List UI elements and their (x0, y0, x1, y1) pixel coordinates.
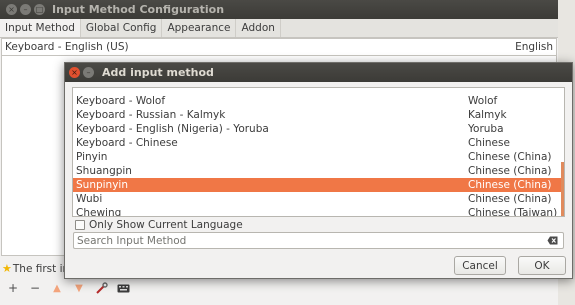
im-name: Keyboard - Wolof (76, 95, 166, 107)
list-item[interactable]: Keyboard - English (Nigeria) - Yoruba Yor… (73, 122, 564, 136)
list-item[interactable]: Pinyin Chinese (China) (73, 150, 564, 164)
im-language: Wolof (468, 95, 498, 107)
minimize-icon[interactable]: – (20, 4, 31, 15)
tab-global-config[interactable]: Global Config (81, 19, 163, 37)
list-item[interactable]: Keyboard - Russian - Kalmyk Kalmyk (73, 108, 564, 122)
main-window-title: Input Method Configuration (52, 3, 225, 16)
im-language: Kalmyk (468, 109, 507, 121)
close-icon[interactable]: × (69, 67, 80, 78)
add-input-method-dialog: × – Add input method Keyboard - Wolof Wol… (64, 62, 573, 279)
im-name: Shuangpin (76, 165, 132, 177)
current-im-name: Keyboard - English (US) (5, 41, 129, 53)
im-language: Chinese (China) (468, 151, 552, 163)
list-item[interactable]: Keyboard - Chinese Chinese (73, 136, 564, 150)
im-language: Chinese (China) (468, 193, 552, 205)
only-show-label: Only Show Current Language (89, 219, 243, 231)
minus-icon[interactable]: − (26, 279, 44, 297)
arrow-up-icon[interactable]: ▲ (48, 279, 66, 297)
im-name: Keyboard - Chinese (76, 137, 178, 149)
im-name: Chewing (76, 207, 122, 217)
scrollbar-thumb[interactable] (561, 162, 564, 216)
im-language: Yoruba (468, 123, 504, 135)
search-input[interactable] (77, 234, 537, 247)
minimize-icon[interactable]: – (83, 67, 94, 78)
list-item[interactable]: Chewing Chinese (Taiwan) (73, 206, 564, 217)
list-item[interactable]: Shuangpin Chinese (China) (73, 164, 564, 178)
current-im-row[interactable]: Keyboard - English (US) English (1, 38, 557, 56)
list-item[interactable]: Wubi Chinese (China) (73, 192, 564, 206)
close-icon[interactable]: × (6, 4, 17, 15)
configure-icon[interactable] (92, 279, 110, 297)
im-name: Sunpinyin (76, 179, 128, 191)
im-toolbar: + − ▲ ▼ (4, 278, 132, 298)
ok-button[interactable]: OK (518, 256, 566, 275)
im-name: Wubi (76, 193, 103, 205)
main-window-controls: × – □ (6, 4, 46, 15)
im-name: Pinyin (76, 151, 108, 163)
im-language: Chinese (468, 137, 510, 149)
dialog-window-controls: × – (69, 67, 94, 78)
maximize-icon[interactable]: □ (34, 4, 45, 15)
star-icon: ★ (2, 262, 12, 275)
search-field[interactable] (73, 232, 564, 249)
tab-appearance[interactable]: Appearance (162, 19, 237, 37)
dialog-title: Add input method (102, 66, 214, 79)
input-method-options-list[interactable]: Keyboard - Wolof Wolof Keyboard - Russian … (72, 87, 565, 217)
im-name: Keyboard - Russian - Kalmyk (76, 109, 226, 121)
tab-bar: Input Method Global Config Appearance Ad… (0, 19, 558, 38)
main-titlebar: × – □ Input Method Configuration (0, 0, 558, 19)
clear-icon[interactable] (547, 236, 558, 245)
keyboard-icon[interactable] (114, 279, 132, 297)
plus-icon[interactable]: + (4, 279, 22, 297)
cancel-button[interactable]: Cancel (454, 256, 506, 275)
list-item[interactable]: Keyboard - Wolof Wolof (73, 94, 564, 108)
im-language: Chinese (China) (468, 179, 552, 191)
im-language: Chinese (China) (468, 165, 552, 177)
tab-input-method[interactable]: Input Method (0, 19, 81, 37)
dialog-titlebar: × – Add input method (65, 63, 572, 82)
list-item[interactable] (73, 88, 564, 94)
list-item[interactable]: Sunpinyin Chinese (China) (73, 178, 564, 192)
current-im-language: English (515, 41, 553, 53)
tab-addon[interactable]: Addon (236, 19, 281, 37)
arrow-down-icon[interactable]: ▼ (70, 279, 88, 297)
only-show-current-language[interactable]: Only Show Current Language (75, 219, 243, 231)
im-language: Chinese (Taiwan) (468, 207, 558, 217)
im-name: Keyboard - English (Nigeria) - Yoruba (76, 123, 269, 135)
only-show-checkbox[interactable] (75, 220, 85, 230)
